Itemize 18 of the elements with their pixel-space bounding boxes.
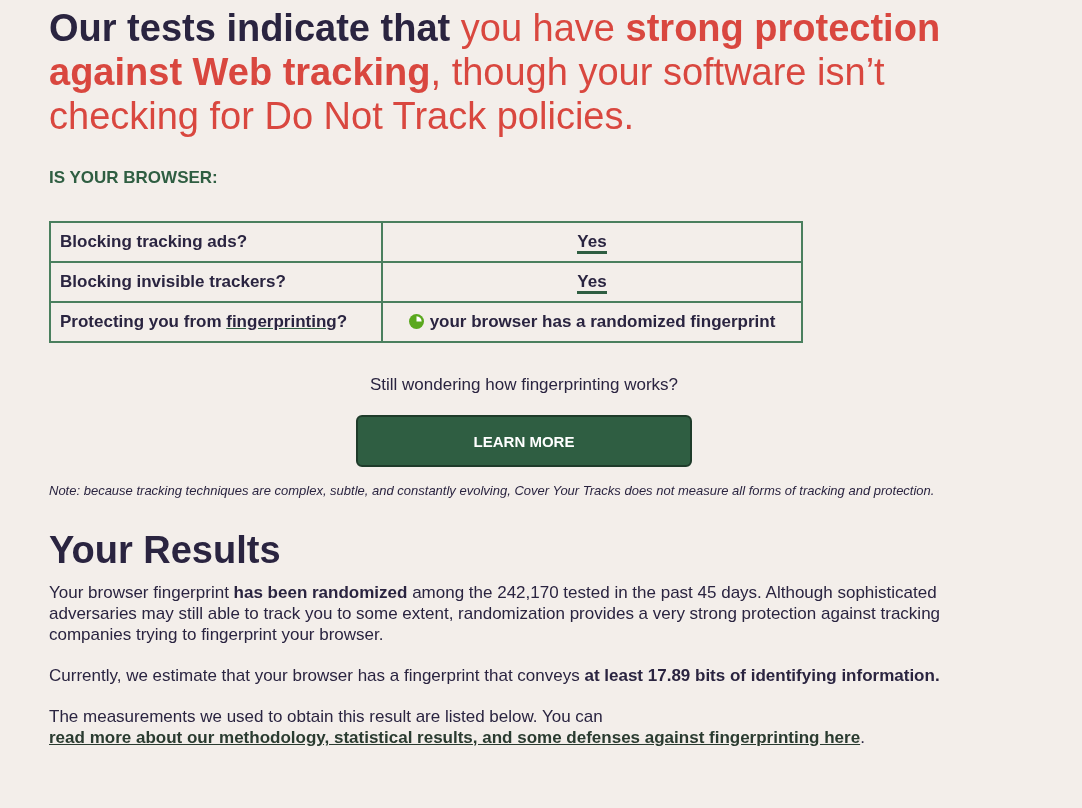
learn-more-button[interactable]: LEARN MORE: [356, 415, 692, 467]
answer-link[interactable]: Yes: [577, 272, 607, 294]
table-cell: Blocking invisible trackers?: [50, 262, 382, 302]
prompt-text: Still wondering how fingerprinting works?: [368, 375, 679, 395]
fingerprinting-link[interactable]: fingerprinting: [226, 312, 337, 331]
paragraph: Currently, we estimate that your browser has a fingerprint that conveys at least 17.89 bits of identifying information.: [49, 665, 941, 686]
pie-chart-icon: [408, 314, 424, 329]
note-text: Note: because tracking techniques are complex, subtle, and constantly evolving, Cover Your Tracks does not measure all forms of tracking and protection.: [49, 483, 936, 499]
table-cell: Blocking tracking ads?: [50, 222, 382, 262]
table-cell: Protecting you from fingerprinting?: [50, 302, 382, 342]
section-heading: IS YOUR BROWSER:: [49, 168, 219, 188]
section-title: Your Results: [49, 529, 282, 572]
status-text: your browser has a randomized fingerprint: [429, 312, 776, 331]
paragraph: Your browser fingerprint has been randomized among the 242,170 tested in the past 45 days. Although sophisticated adversaries may still able to track you to some extent, randomization provides a very strong protection against tracking companies trying to fingerprint your browser.: [49, 582, 942, 645]
methodology-link[interactable]: read more about our methodology, statistical results, and some defenses against fingerprinting here: [49, 728, 861, 747]
headline: Our tests indicate that you have strong protection against Web tracking, though your software isn’t checking for Do Not Track policies.: [49, 6, 942, 138]
paragraph: The measurements we used to obtain this result are listed below. You can read more about our methodology, statistical results, and some defenses against fingerprinting here.: [49, 706, 866, 748]
answer-link[interactable]: Yes: [577, 232, 607, 254]
